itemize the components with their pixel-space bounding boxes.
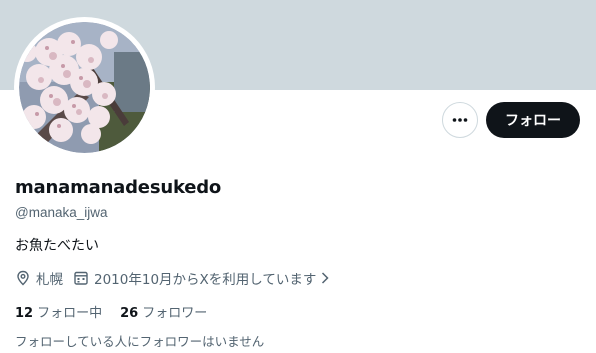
avatar-image [19,22,150,153]
more-horizontal-icon [452,118,468,122]
display-name: manamanadesukedo [15,177,222,198]
follow-stats: 12 フォロー中 26 フォロワー [15,302,225,321]
location: 札幌 [15,268,63,288]
more-options-button[interactable] [442,102,478,138]
follow-button[interactable]: フォロー [486,102,580,138]
joined-text: 2010年10月からXを利用しています [94,272,317,288]
followers-count: 26 [120,306,139,321]
followers-link[interactable]: 26 フォロワー [120,302,207,321]
following-link[interactable]: 12 フォロー中 [15,302,102,321]
calendar-icon [74,271,88,285]
following-count: 12 [15,306,34,321]
followers-label: フォロワー [142,306,208,321]
location-text: 札幌 [36,272,63,288]
following-label: フォロー中 [37,306,103,321]
avatar[interactable] [14,17,155,158]
bio: お魚たべたい [15,238,99,254]
user-handle: @manaka_ijwa [15,205,108,220]
followers-you-know-note: フォローしている人にフォロワーはいません [15,334,265,349]
chevron-right-icon [322,272,329,284]
joined-date[interactable]: 2010年10月からXを利用しています [73,268,335,288]
profile-meta: 札幌 2010年10月からXを利用しています [15,268,345,288]
location-pin-icon [17,270,29,286]
